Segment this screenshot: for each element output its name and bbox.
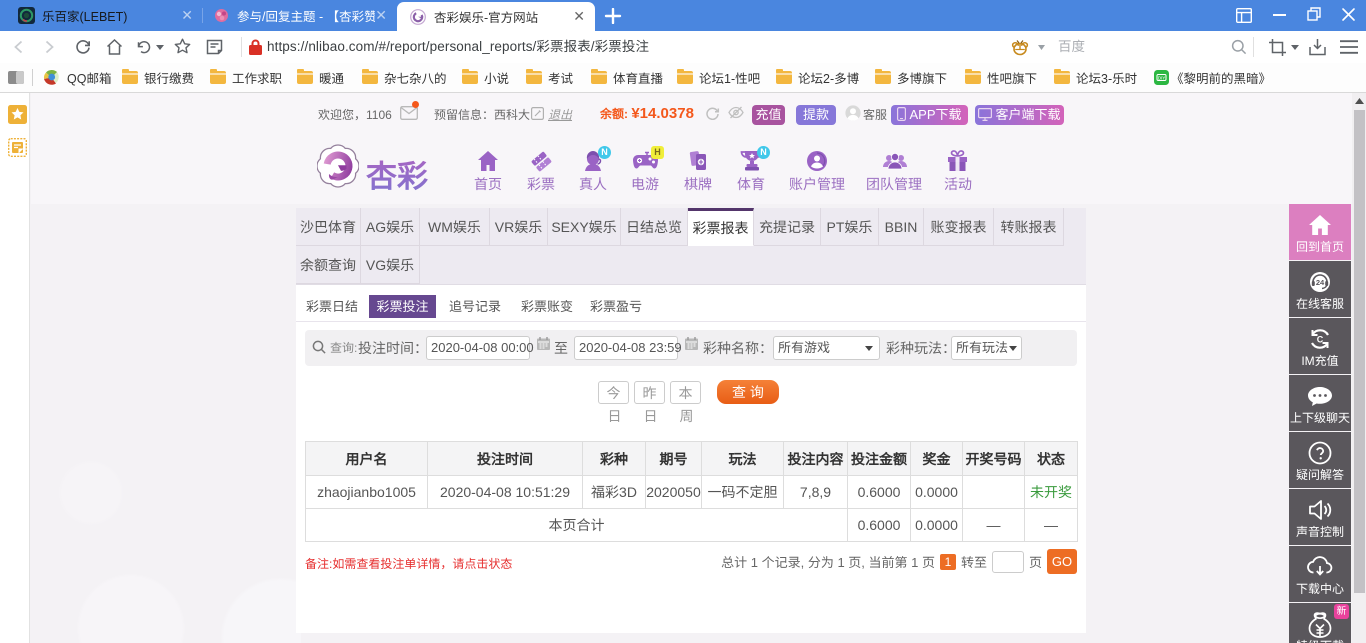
svg-text:DIY: DIY <box>1158 76 1165 81</box>
svg-text:24: 24 <box>1316 278 1325 287</box>
svg-text:C: C <box>1317 335 1324 345</box>
